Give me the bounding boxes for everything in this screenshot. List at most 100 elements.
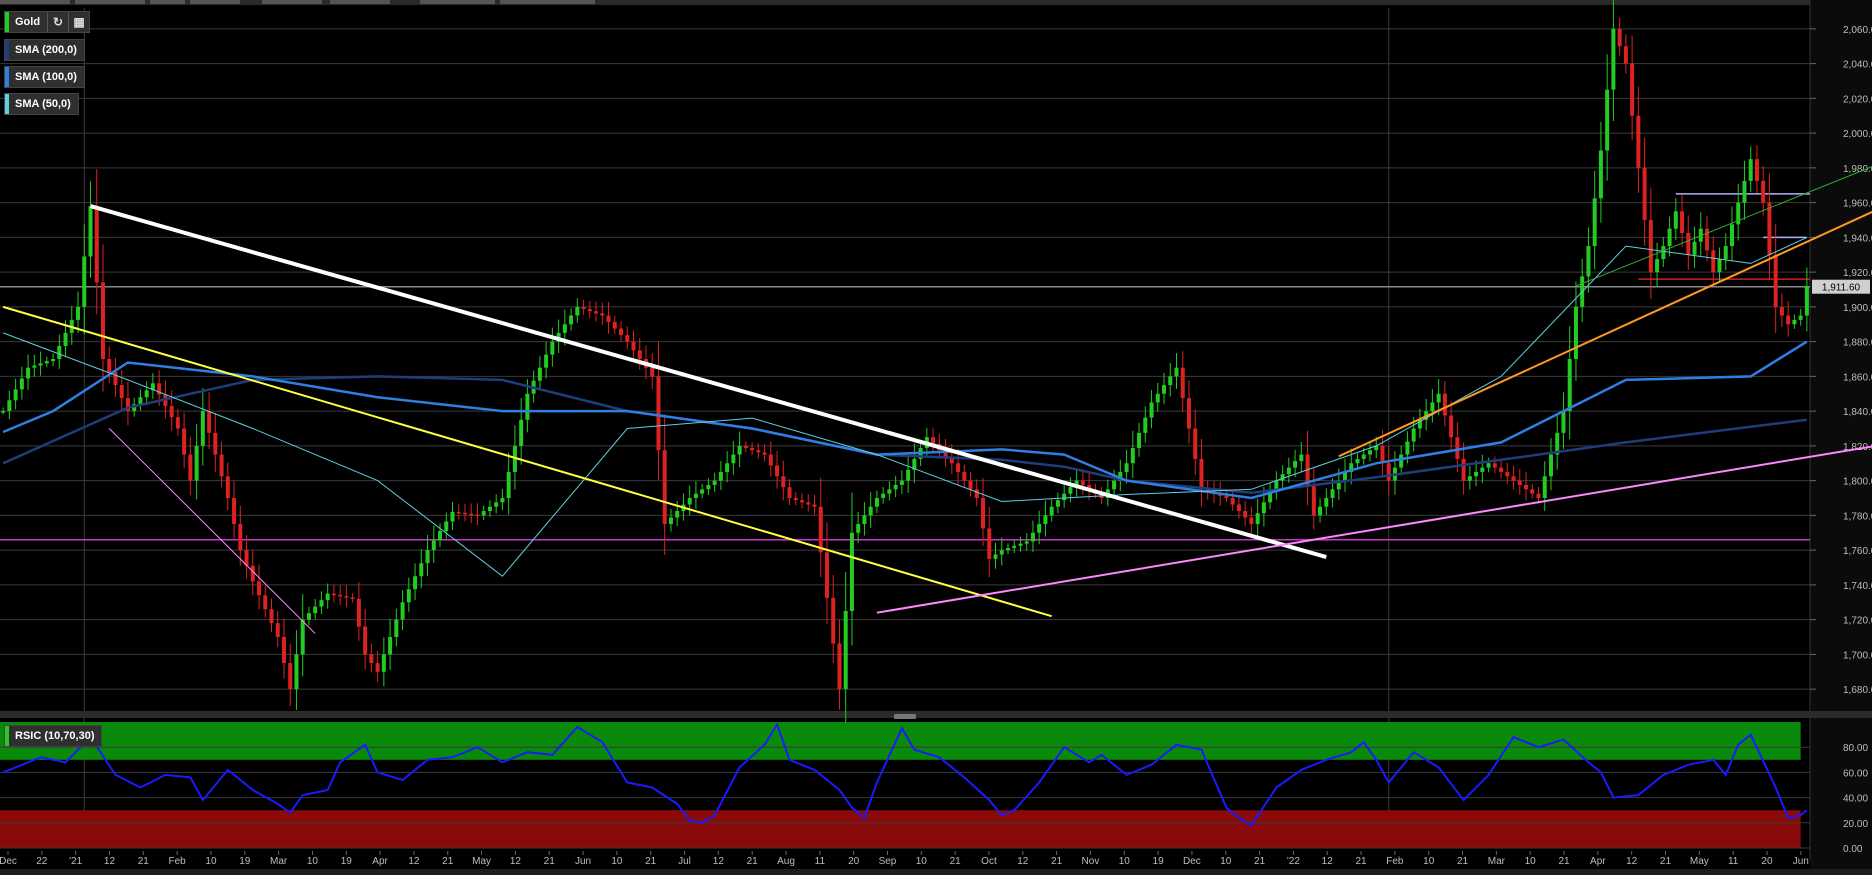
y-tick-label: 1,860.00: [1843, 372, 1872, 383]
candle-body: [1467, 476, 1472, 481]
candle-body: [1311, 484, 1316, 516]
candle-body: [1436, 393, 1441, 403]
y-tick-label: 1,940.00: [1843, 233, 1872, 244]
candle-body: [849, 532, 854, 611]
x-tick-label: 19: [239, 856, 251, 867]
candle-body: [1680, 211, 1685, 234]
candle-body: [388, 637, 393, 655]
candle-body: [893, 484, 898, 490]
rsi-label: RSIC (10,70,30): [15, 730, 95, 742]
instrument-chip[interactable]: Gold ↻ ▦: [4, 11, 91, 33]
candle-body: [1012, 545, 1017, 548]
candle-body: [1062, 493, 1067, 501]
price-chart[interactable]: 2,060.00 2,040.00 2,020.00 2,000.00 1,980.00…: [0, 0, 1872, 875]
candle-body: [7, 400, 12, 412]
candle-body: [987, 528, 992, 559]
refresh-icon[interactable]: ↻: [47, 12, 68, 32]
pane-resize-handle[interactable]: [894, 714, 916, 719]
x-tick-label: 21: [1355, 856, 1367, 867]
candle-body: [843, 610, 848, 690]
candle-body: [369, 654, 374, 664]
candle-body: [619, 328, 624, 336]
candle-body: [438, 531, 443, 541]
candle-body: [394, 619, 399, 638]
candle-body: [1249, 517, 1254, 525]
candle-body: [494, 502, 499, 507]
candle-body: [1055, 500, 1060, 507]
candle-body: [57, 345, 62, 359]
candle-body: [419, 563, 424, 577]
candle-body: [1018, 543, 1023, 546]
candle-body: [257, 581, 262, 596]
candle-body: [200, 411, 205, 446]
candle-body: [1299, 454, 1304, 462]
candle-body: [1442, 393, 1447, 416]
indicator-chip-sma-200[interactable]: SMA (200,0): [4, 39, 85, 61]
x-tick-label: Jun: [575, 856, 591, 867]
candle-body: [462, 512, 467, 515]
y-tick-label: 1,700.00: [1843, 650, 1872, 661]
candle-body: [475, 514, 480, 517]
rsi-indicator-chip[interactable]: RSIC (10,70,30): [4, 725, 103, 747]
candle-body: [1711, 250, 1716, 273]
candle-body: [350, 597, 355, 599]
y-tick-label: 2,060.00: [1843, 25, 1872, 36]
candle-body: [1573, 306, 1578, 359]
indicator-chip-sma-50[interactable]: SMA (50,0): [4, 93, 79, 115]
candle-body: [1137, 432, 1142, 449]
x-tick-label: Jun: [1793, 856, 1809, 867]
candle-body: [188, 454, 193, 481]
candle-body: [856, 524, 861, 533]
candle-body: [743, 445, 748, 449]
candle-body: [1548, 454, 1553, 477]
candle-body: [63, 332, 68, 346]
x-tick-label: 21: [747, 856, 759, 867]
sma-50-line: [2, 236, 1808, 577]
candle-body: [263, 595, 268, 610]
x-tick-label: 20: [848, 856, 860, 867]
x-tick-label: 22: [36, 856, 48, 867]
candle-body: [275, 623, 280, 638]
candle-body: [1243, 511, 1248, 518]
candle-body: [781, 476, 786, 488]
y-tick-label: 1,680.00: [1843, 685, 1872, 696]
candle-body: [1330, 489, 1335, 499]
candle-body: [1286, 467, 1291, 475]
candle-body: [868, 506, 873, 516]
candle-body: [1367, 450, 1372, 455]
trend-line-0: [89, 204, 1327, 560]
calendar-icon[interactable]: ▦: [68, 12, 89, 32]
candle-body: [19, 378, 24, 390]
x-tick-label: 21: [442, 856, 454, 867]
candle-body: [881, 493, 886, 499]
candle-body: [213, 432, 218, 455]
candle-body: [1180, 367, 1185, 399]
candle-body: [968, 480, 973, 490]
candle-body: [1636, 115, 1641, 168]
candle-body: [862, 515, 867, 525]
candle-body: [1773, 254, 1778, 307]
candle-body: [456, 511, 461, 514]
y-tick-label: 1,780.00: [1843, 511, 1872, 522]
candle-body: [612, 322, 617, 329]
y-tick-label: 1,900.00: [1843, 303, 1872, 314]
candle-body: [1754, 159, 1759, 181]
candle-body: [775, 465, 780, 477]
x-tick-label: 10: [1119, 856, 1131, 867]
x-tick-label: 12: [1322, 856, 1334, 867]
rsi-tick-label: 80.00: [1843, 743, 1868, 754]
y-tick-label: 1,720.00: [1843, 616, 1872, 627]
x-tick-label: 11: [1728, 856, 1739, 867]
candle-body: [1224, 495, 1229, 499]
instrument-label: Gold: [15, 16, 41, 28]
candle-body: [481, 511, 486, 516]
overbought-band: [0, 722, 1801, 760]
candle-body: [1455, 437, 1460, 459]
candle-body: [1767, 202, 1772, 255]
candle-body: [1405, 441, 1410, 455]
candle-body: [1124, 463, 1129, 472]
candle-body: [506, 471, 511, 499]
candle-body: [1174, 367, 1179, 377]
x-tick-label: 21: [1558, 856, 1570, 867]
indicator-chip-sma-100[interactable]: SMA (100,0): [4, 66, 85, 88]
